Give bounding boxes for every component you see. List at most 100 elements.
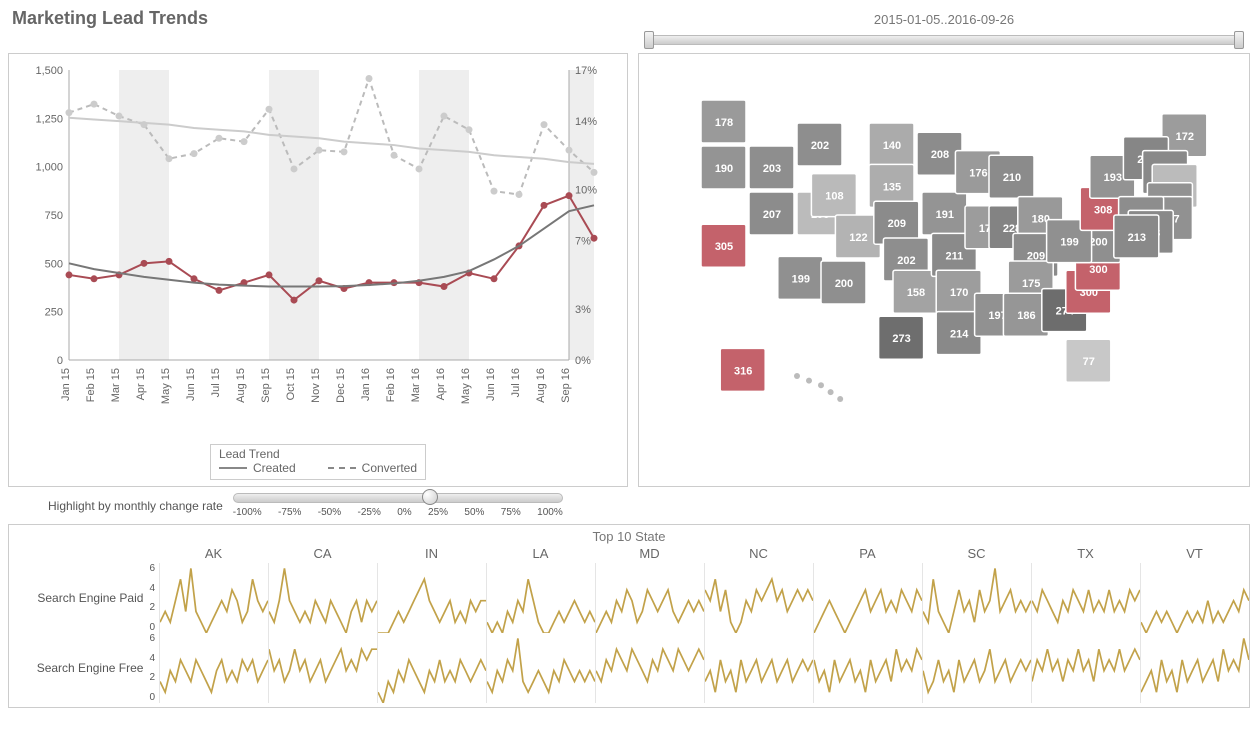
sparkline-Search-Engine-Paid-PA[interactable] (813, 563, 922, 633)
top10-title: Top 10 State (9, 525, 1249, 544)
svg-text:Feb 16: Feb 16 (385, 368, 397, 402)
svg-text:Aug 16: Aug 16 (535, 368, 547, 403)
svg-text:175: 175 (1022, 278, 1040, 290)
svg-text:Oct 15: Oct 15 (285, 368, 297, 400)
svg-text:Apr 15: Apr 15 (135, 368, 147, 400)
svg-text:Jan 16: Jan 16 (360, 368, 372, 401)
svg-text:500: 500 (45, 258, 63, 270)
timeline-handle-end[interactable] (1234, 31, 1244, 49)
spark-col-MD: MD (595, 544, 704, 563)
sparkline-Search-Engine-Free-LA[interactable] (486, 633, 595, 703)
spark-col-NC: NC (704, 544, 813, 563)
svg-text:Jan 15: Jan 15 (60, 368, 72, 401)
svg-text:Sep 15: Sep 15 (260, 368, 272, 403)
spark-col-TX: TX (1031, 544, 1140, 563)
svg-text:190: 190 (715, 163, 733, 175)
sparkline-Search-Engine-Paid-CA[interactable] (268, 563, 377, 633)
sparkline-Search-Engine-Paid-TX[interactable] (1031, 563, 1140, 633)
svg-text:273: 273 (892, 333, 910, 345)
svg-text:Mar 15: Mar 15 (110, 368, 122, 402)
svg-text:1,250: 1,250 (35, 113, 63, 125)
legend-box: Lead Trend Created Converted (210, 444, 426, 480)
svg-text:316: 316 (734, 365, 752, 377)
timeline-slider[interactable] (638, 31, 1250, 49)
sparkline-Search-Engine-Paid-SC[interactable] (922, 563, 1031, 633)
svg-text:1,500: 1,500 (35, 65, 63, 77)
sparkline-Search-Engine-Paid-AK[interactable] (159, 563, 268, 633)
svg-text:Sep 16: Sep 16 (560, 368, 572, 403)
svg-text:135: 135 (883, 181, 901, 193)
svg-text:Jul 16: Jul 16 (510, 368, 522, 397)
svg-text:209: 209 (888, 218, 906, 230)
svg-text:Aug 15: Aug 15 (235, 368, 247, 403)
svg-text:3%: 3% (575, 304, 591, 316)
svg-text:208: 208 (931, 149, 949, 161)
svg-text:202: 202 (897, 255, 915, 267)
legend-title: Lead Trend (219, 447, 417, 461)
svg-text:213: 213 (1128, 232, 1146, 244)
svg-text:Dec 15: Dec 15 (335, 368, 347, 403)
us-map[interactable]: 1781903052072031061992021081222001401352… (649, 60, 1239, 480)
svg-text:1,000: 1,000 (35, 162, 63, 174)
legend-created: Created (253, 461, 296, 475)
spark-col-PA: PA (813, 544, 922, 563)
svg-text:250: 250 (45, 307, 63, 319)
svg-text:May 15: May 15 (160, 368, 172, 404)
svg-text:122: 122 (849, 232, 867, 244)
svg-text:191: 191 (936, 209, 954, 221)
svg-text:10%: 10% (575, 184, 597, 196)
svg-text:Apr 16: Apr 16 (435, 368, 447, 400)
svg-text:176: 176 (969, 168, 987, 180)
svg-text:308: 308 (1094, 204, 1112, 216)
spark-col-LA: LA (486, 544, 595, 563)
svg-text:0: 0 (57, 355, 63, 367)
svg-text:193: 193 (1104, 172, 1122, 184)
spark-col-VT: VT (1140, 544, 1249, 563)
svg-text:207: 207 (763, 209, 781, 221)
svg-text:186: 186 (1017, 310, 1035, 322)
svg-text:300: 300 (1089, 264, 1107, 276)
legend-converted: Converted (362, 461, 417, 475)
svg-text:170: 170 (950, 287, 968, 299)
svg-text:Jul 15: Jul 15 (210, 368, 222, 397)
sparkline-Search-Engine-Paid-NC[interactable] (704, 563, 813, 633)
spark-col-CA: CA (268, 544, 377, 563)
svg-text:202: 202 (811, 140, 829, 152)
svg-text:211: 211 (946, 250, 964, 262)
sparkline-Search-Engine-Paid-VT[interactable] (1140, 563, 1249, 633)
sparkline-Search-Engine-Free-NC[interactable] (704, 633, 813, 703)
sparkline-Search-Engine-Free-MD[interactable] (595, 633, 704, 703)
svg-text:140: 140 (883, 140, 901, 152)
svg-text:210: 210 (1003, 172, 1021, 184)
highlight-slider[interactable] (233, 493, 563, 503)
svg-text:17%: 17% (575, 65, 597, 77)
svg-text:77: 77 (1083, 356, 1095, 368)
svg-text:108: 108 (825, 191, 843, 203)
svg-text:Jun 15: Jun 15 (185, 368, 197, 401)
sparkline-Search-Engine-Paid-IN[interactable] (377, 563, 486, 633)
highlight-slider-handle[interactable] (422, 489, 438, 505)
sparkline-Search-Engine-Free-VT[interactable] (1140, 633, 1249, 703)
sparkline-Search-Engine-Free-IN[interactable] (377, 633, 486, 703)
sparkline-Search-Engine-Paid-MD[interactable] (595, 563, 704, 633)
sparkline-Search-Engine-Free-CA[interactable] (268, 633, 377, 703)
page-title: Marketing Lead Trends (12, 8, 628, 29)
svg-text:750: 750 (45, 210, 63, 222)
sparkline-Search-Engine-Paid-LA[interactable] (486, 563, 595, 633)
sparkline-Search-Engine-Free-PA[interactable] (813, 633, 922, 703)
sparkline-Search-Engine-Free-AK[interactable] (159, 633, 268, 703)
svg-text:200: 200 (835, 278, 853, 290)
svg-text:Nov 15: Nov 15 (310, 368, 322, 403)
sparkline-Search-Engine-Free-TX[interactable] (1031, 633, 1140, 703)
sparkline-Search-Engine-Free-SC[interactable] (922, 633, 1031, 703)
svg-text:178: 178 (715, 117, 733, 129)
svg-text:7%: 7% (575, 236, 591, 248)
svg-text:0%: 0% (575, 355, 591, 367)
spark-col-AK: AK (159, 544, 268, 563)
timeline-range-label: 2015-01-05..2016-09-26 (638, 12, 1250, 27)
svg-text:Jun 16: Jun 16 (485, 368, 497, 401)
lead-trend-chart[interactable]: 02505007501,0001,2501,5000%3%7%10%14%17%… (19, 60, 617, 440)
svg-text:214: 214 (950, 329, 969, 341)
timeline-handle-start[interactable] (644, 31, 654, 49)
svg-text:199: 199 (1060, 237, 1078, 249)
